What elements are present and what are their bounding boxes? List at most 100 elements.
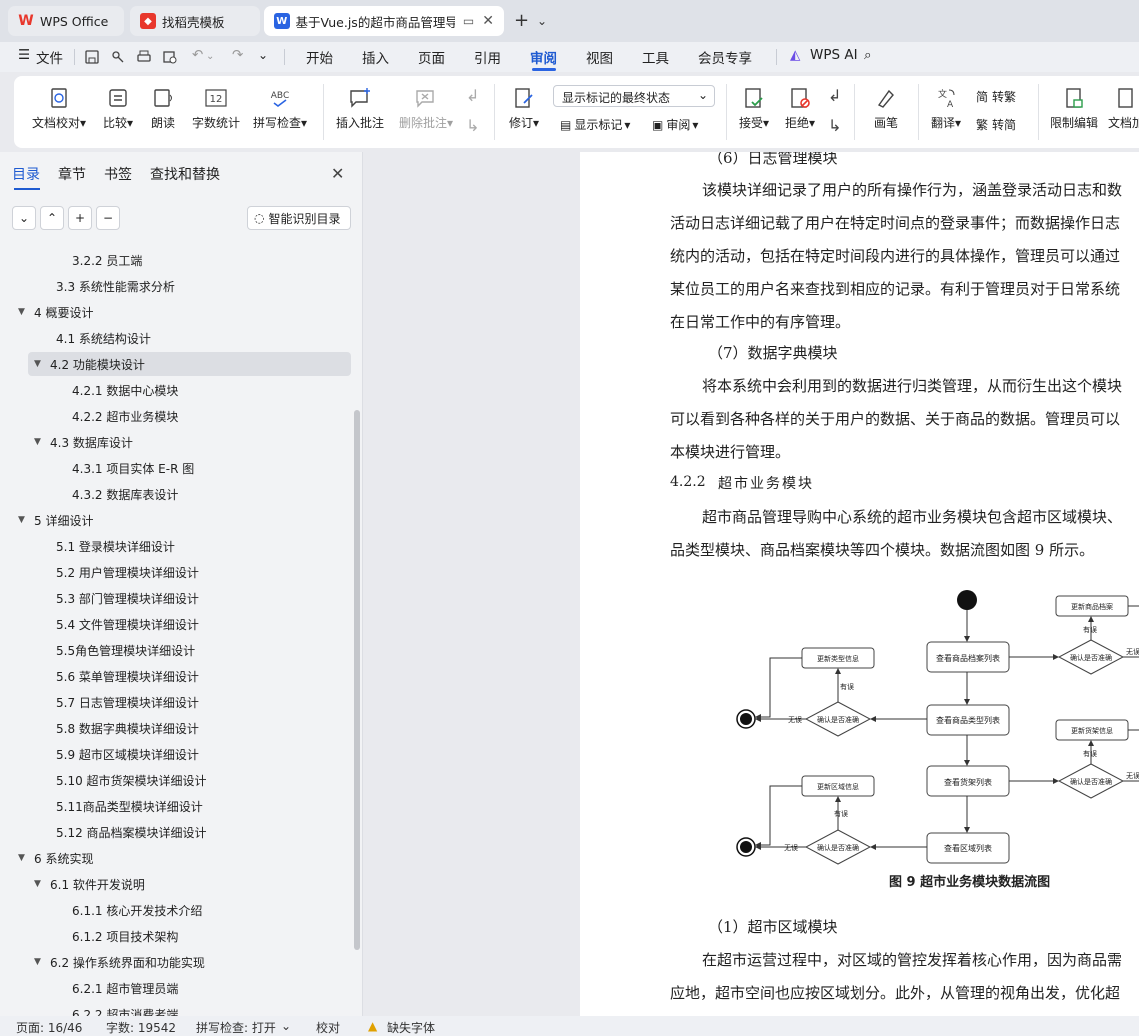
insert-comment-button[interactable]: 插入批注 [334, 86, 386, 131]
toc-item[interactable]: 5.9 超市区域模块详细设计 [0, 742, 350, 766]
menu-view[interactable]: 视图 [586, 47, 613, 67]
toc-item[interactable]: ▼ 6 系统实现 [0, 846, 350, 870]
menu-membership[interactable]: 会员专享 [698, 47, 752, 67]
tab-docer[interactable]: ◆ 找稻壳模板 [130, 6, 260, 36]
toc-item[interactable]: 4.3.2 数据库表设计 [0, 482, 350, 506]
to-traditional-button[interactable]: 简转繁 [976, 88, 1016, 105]
new-tab-icon[interactable]: + [514, 10, 529, 31]
spell-check-button[interactable]: ABC 拼写检查▾ [250, 86, 310, 131]
show-markup-button[interactable]: ▤ 显示标记 ▾ [560, 116, 630, 133]
toc-item[interactable]: 5.6 菜单管理模块详细设计 [0, 664, 350, 688]
reject-button[interactable]: 拒绝▾ [780, 86, 820, 131]
search-icon[interactable]: ⌕ [864, 47, 872, 63]
undo-icon[interactable]: ↶ [192, 47, 203, 63]
toc-item[interactable]: 6.1.1 核心开发技术介绍 [0, 898, 350, 922]
to-simplified-button[interactable]: 繁转简 [976, 116, 1016, 133]
save-icon[interactable] [84, 49, 100, 65]
tab-document[interactable]: W 基于Vue.js的超市商品管理导购 ▭ ✕ [264, 6, 504, 36]
restrict-edit-button[interactable]: 限制编辑 [1048, 86, 1100, 131]
toc-item[interactable]: ▼ 6.1 软件开发说明 [0, 872, 350, 896]
delete-comment-button[interactable]: 删除批注▾ [394, 86, 458, 131]
collapse-button[interactable]: ⌄ [12, 206, 36, 230]
compare-button[interactable]: 比较▾ [98, 86, 138, 131]
track-changes-button[interactable]: 修订▾ [504, 86, 544, 131]
expand-arrow-icon[interactable]: ▼ [34, 437, 50, 447]
read-aloud-button[interactable]: 朗读 [148, 86, 178, 131]
toc-item[interactable]: 5.2 用户管理模块详细设计 [0, 560, 350, 584]
toc-item[interactable]: 4.2.1 数据中心模块 [0, 378, 350, 402]
print-preview-icon[interactable] [162, 49, 178, 65]
remove-heading-button[interactable]: − [96, 206, 120, 230]
toc-item[interactable]: 4.2.2 超市业务模块 [0, 404, 350, 428]
toc-item[interactable]: ▼ 5 详细设计 [0, 508, 350, 532]
smart-toc-button[interactable]: ◌ 智能识别目录 [247, 206, 351, 230]
toc-item[interactable]: 4.1 系统结构设计 [0, 326, 350, 350]
toc-scrollbar[interactable] [354, 410, 360, 950]
menu-references[interactable]: 引用 [474, 47, 501, 67]
menu-page[interactable]: 页面 [418, 47, 445, 67]
tab-bookmarks[interactable]: 书签 [104, 164, 132, 184]
expand-arrow-icon[interactable]: ▼ [18, 307, 34, 317]
menu-tools[interactable]: 工具 [642, 47, 669, 67]
pen-button[interactable]: 画笔 [870, 86, 902, 131]
menu-insert[interactable]: 插入 [362, 47, 389, 67]
toc-item[interactable]: 3.3 系统性能需求分析 [0, 274, 350, 298]
toc-item[interactable]: 5.3 部门管理模块详细设计 [0, 586, 350, 610]
tab-toc[interactable]: 目录 [12, 164, 40, 184]
toc-item[interactable]: 5.1 登录模块详细设计 [0, 534, 350, 558]
expand-arrow-icon[interactable]: ▼ [34, 359, 50, 369]
menu-home[interactable]: 开始 [306, 47, 333, 67]
previous-change-icon[interactable]: ↲ [828, 86, 841, 105]
toc-item[interactable]: 5.7 日志管理模块详细设计 [0, 690, 350, 714]
next-comment-icon[interactable]: ↳ [466, 116, 479, 135]
doc-proof-button[interactable]: 文档校对▾ [29, 86, 89, 131]
toc-item[interactable]: 3.2.2 员工端 [0, 248, 350, 272]
hamburger-icon[interactable]: ☰ [18, 47, 30, 63]
expand-arrow-icon[interactable]: ▼ [34, 879, 50, 889]
toc-item[interactable]: 4.3.1 项目实体 E-R 图 [0, 456, 350, 480]
next-change-icon[interactable]: ↳ [828, 116, 841, 135]
markup-mode-select[interactable]: 显示标记的最终状态 ⌄ [553, 85, 715, 107]
toc-item[interactable]: 5.5角色管理模块详细设计 [0, 638, 350, 662]
toc-item[interactable]: 6.1.2 项目技术架构 [0, 924, 350, 948]
menu-file[interactable]: 文件 [36, 47, 63, 67]
toc-item[interactable]: 5.12 商品档案模块详细设计 [0, 820, 350, 844]
toc-item[interactable]: 5.4 文件管理模块详细设计 [0, 612, 350, 636]
toc-item[interactable]: ▼ 4 概要设计 [0, 300, 350, 324]
chevron-down-icon[interactable]: ⌄ [537, 14, 547, 28]
accept-button[interactable]: 接受▾ [734, 86, 774, 131]
previous-comment-icon[interactable]: ↲ [466, 86, 479, 105]
toc-item[interactable]: 5.8 数据字典模块详细设计 [0, 716, 350, 740]
missing-font-button[interactable]: 缺失字体 [387, 1019, 435, 1036]
menu-review[interactable]: 审阅 [530, 47, 557, 67]
chevron-down-icon[interactable]: ⌄ [281, 1019, 291, 1033]
spell-check-status[interactable]: 拼写检查: 打开 [196, 1019, 276, 1036]
tab-chapters[interactable]: 章节 [58, 164, 86, 184]
redo-icon[interactable]: ↷ [232, 47, 243, 63]
proofread-button[interactable]: 校对 [316, 1019, 340, 1036]
toc-item[interactable]: ▼ 6.2 操作系统界面和功能实现 [0, 950, 350, 974]
close-icon[interactable]: ✕ [331, 164, 344, 183]
document-more-button[interactable]: 文档加 [1108, 86, 1139, 131]
toc-item[interactable]: 5.11商品类型模块详细设计 [0, 794, 350, 818]
expand-arrow-icon[interactable]: ▼ [34, 957, 50, 967]
add-heading-button[interactable]: + [68, 206, 92, 230]
wps-ai-button[interactable]: WPS AI [810, 47, 858, 63]
close-tab-icon[interactable]: ✕ [482, 13, 494, 29]
expand-button[interactable]: ⌃ [40, 206, 64, 230]
word-count-button[interactable]: 12 字数统计 [190, 86, 242, 131]
toc-item[interactable]: ▼ 4.3 数据库设计 [0, 430, 350, 454]
monitor-icon[interactable]: ▭ [463, 14, 474, 28]
share-icon[interactable] [110, 49, 126, 65]
tab-find-replace[interactable]: 查找和替换 [150, 164, 220, 184]
toc-item[interactable]: 6.2.1 超市管理员端 [0, 976, 350, 1000]
expand-arrow-icon[interactable]: ▼ [18, 853, 34, 863]
expand-arrow-icon[interactable]: ▼ [18, 515, 34, 525]
page-indicator[interactable]: 页面: 16/46 [16, 1019, 82, 1036]
toc-item[interactable]: 5.10 超市货架模块详细设计 [0, 768, 350, 792]
more-chevron-icon[interactable]: ⌄ [258, 48, 268, 62]
review-pane-button[interactable]: ▣ 审阅 ▾ [652, 116, 698, 133]
print-icon[interactable] [136, 49, 152, 65]
tab-wps-office[interactable]: W WPS Office [8, 6, 124, 36]
undo-dropdown-icon[interactable]: ⌄ [206, 51, 214, 62]
